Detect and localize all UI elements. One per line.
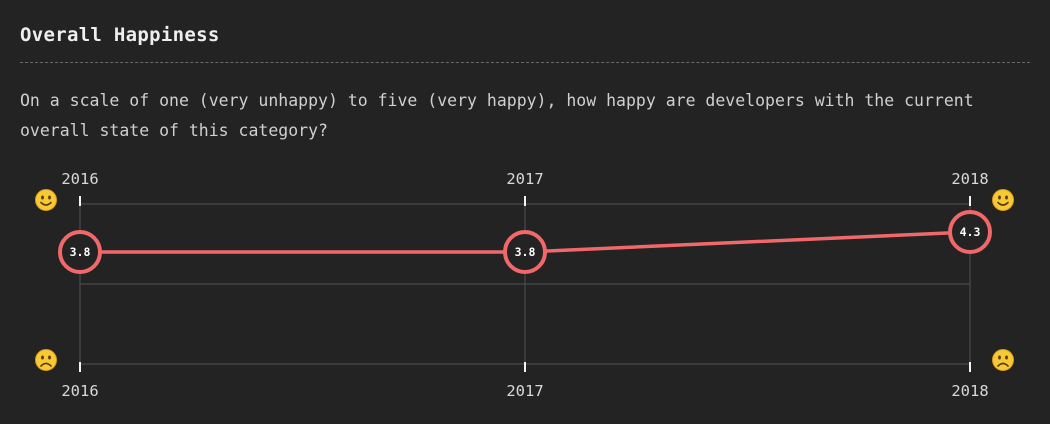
year-label-top-2017: 2017 xyxy=(506,170,543,188)
slightly-smiling-face-icon-left-eye-right xyxy=(48,195,51,200)
frowning-face-icon-left-face xyxy=(35,349,57,371)
data-label-2016: 3.8 xyxy=(70,245,91,259)
frowning-face-icon-right-face xyxy=(992,349,1014,371)
grid-layer xyxy=(79,203,971,365)
data-point-2016: 3.8 xyxy=(58,230,102,274)
slightly-smiling-face-icon-left-eye-left xyxy=(41,195,44,200)
happiness-chart: 2016 2017 2018 2016 2017 2018 3.8 3.8 4.3 xyxy=(35,170,1014,400)
year-label-top-2018: 2018 xyxy=(951,170,988,188)
slightly-smiling-face-icon-right-face xyxy=(992,189,1014,211)
data-label-2018: 4.3 xyxy=(960,225,981,239)
slightly-smiling-face-icon-left-face xyxy=(35,189,57,211)
slightly-smiling-face-icon-right-eye-left xyxy=(998,195,1001,200)
year-label-bottom-2017: 2017 xyxy=(506,382,543,400)
frowning-face-icon-right xyxy=(992,349,1014,371)
slightly-smiling-face-icon-left xyxy=(35,189,57,211)
slightly-smiling-face-icon-right-eye-right xyxy=(1005,195,1008,200)
data-label-2017: 3.8 xyxy=(515,245,536,259)
frowning-face-icon-left-eye-right xyxy=(48,355,51,360)
year-label-bottom-2018: 2018 xyxy=(951,382,988,400)
data-point-2018: 4.3 xyxy=(948,210,992,254)
frowning-face-icon-right-eye-right xyxy=(1005,355,1008,360)
year-label-top-2016: 2016 xyxy=(61,170,98,188)
frowning-face-icon-left-eye-left xyxy=(41,355,44,360)
frowning-face-icon-right-eye-left xyxy=(998,355,1001,360)
slightly-smiling-face-icon-right xyxy=(992,189,1014,211)
data-point-2017: 3.8 xyxy=(503,230,547,274)
year-label-bottom-2016: 2016 xyxy=(61,382,98,400)
frowning-face-icon-left xyxy=(35,349,57,371)
